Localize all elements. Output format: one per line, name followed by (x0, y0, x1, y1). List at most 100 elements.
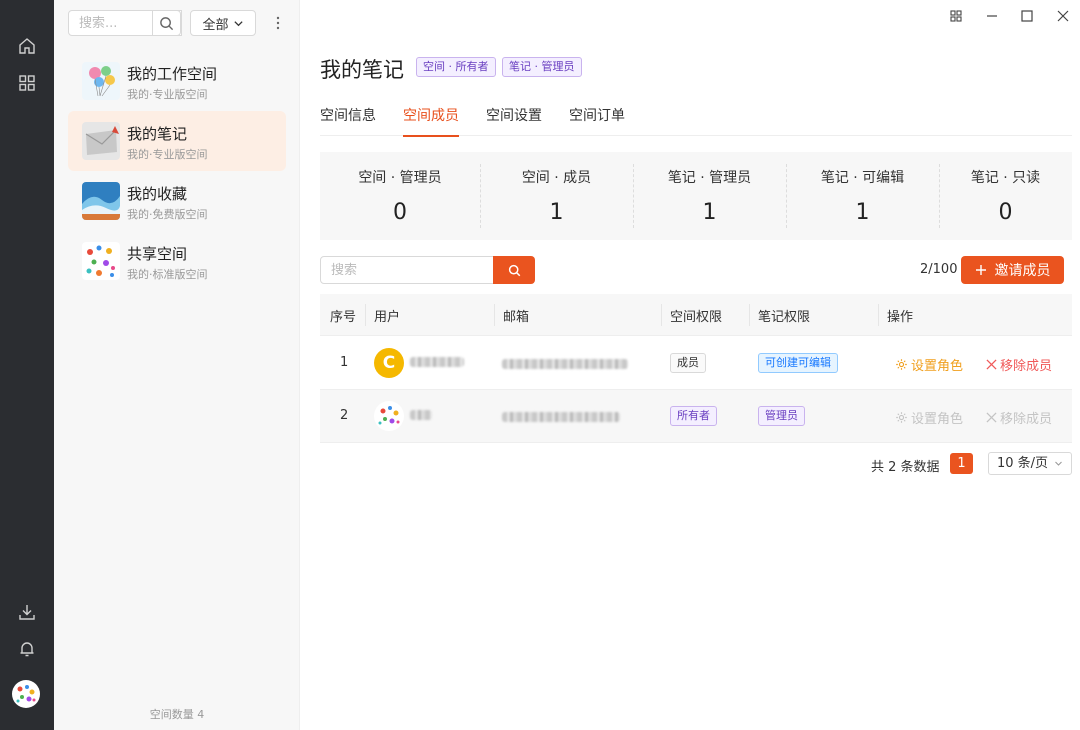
redacted-email (502, 412, 620, 422)
stat-note-readonly: 笔记 · 只读 0 (939, 152, 1072, 240)
note-role-tag: 管理员 (758, 406, 805, 426)
space-item-shared[interactable]: 共享空间 我的·标准版空间 (68, 231, 286, 291)
space-name: 我的工作空间 (127, 65, 218, 83)
space-filter-label: 全部 (202, 17, 229, 33)
divider (661, 304, 662, 326)
stat-value: 1 (855, 200, 870, 225)
space-role-tag: 所有者 (670, 406, 717, 426)
search-icon (160, 16, 174, 30)
remove-member-button[interactable]: 移除成员 (986, 355, 1052, 374)
avatar (374, 401, 404, 431)
row-index: 1 (340, 355, 349, 370)
space-sidebar: 全部 我的工作空间 我的·专业版空间 我的笔记 我的·专业版空间 我的收藏 我的… (54, 0, 300, 730)
stat-space-member: 空间 · 成员 1 (480, 152, 633, 240)
space-search-button[interactable] (152, 10, 181, 36)
space-name: 我的笔记 (127, 125, 188, 143)
stat-value: 1 (549, 200, 564, 225)
page-size-label: 10 条/页 (997, 456, 1049, 471)
balloons-thumbnail (82, 62, 120, 100)
invite-member-button[interactable]: 邀请成员 (961, 256, 1064, 284)
plus-icon (975, 265, 986, 275)
pagination-total: 共 2 条数据 (871, 460, 940, 475)
space-item-work[interactable]: 我的工作空间 我的·专业版空间 (68, 51, 286, 111)
role-stats-panel: 空间 · 管理员 0 空间 · 成员 1 笔记 · 管理员 1 笔记 · 可编辑… (320, 152, 1072, 240)
space-plan: 我的·免费版空间 (127, 208, 208, 221)
space-item-notes[interactable]: 我的笔记 我的·专业版空间 (68, 111, 286, 171)
divider (878, 304, 879, 326)
gear-icon (896, 412, 907, 423)
stat-space-admin: 空间 · 管理员 0 (320, 152, 480, 240)
tab-space-info[interactable]: 空间信息 (320, 105, 376, 135)
member-count: 2/100 (920, 262, 958, 277)
space-plan: 我的·专业版空间 (127, 88, 208, 101)
col-note-permission: 笔记权限 (758, 310, 811, 325)
chevron-down-icon (233, 20, 243, 26)
remove-member-label: 移除成员 (1000, 412, 1053, 427)
divider (494, 304, 495, 326)
page-size-select[interactable]: 10 条/页 (988, 452, 1072, 475)
layout-icon[interactable] (945, 5, 967, 27)
col-user: 用户 (374, 310, 401, 325)
page-title: 我的笔记 (320, 58, 404, 82)
space-name: 我的收藏 (127, 185, 188, 203)
member-search-input[interactable] (320, 256, 494, 284)
search-icon (508, 264, 520, 276)
stat-label: 笔记 · 只读 (970, 170, 1041, 186)
close-icon (986, 412, 997, 423)
space-plan: 我的·标准版空间 (127, 268, 208, 281)
table-row: 2 所有者 管理员 设置角色 移除成员 (320, 390, 1072, 443)
tab-space-settings[interactable]: 空间设置 (486, 105, 542, 135)
col-index: 序号 (330, 310, 357, 325)
stat-note-admin: 笔记 · 管理员 1 (633, 152, 786, 240)
home-icon[interactable] (13, 32, 41, 60)
space-role-tag: 成员 (670, 353, 706, 373)
close-icon (986, 359, 997, 370)
stat-label: 空间 · 管理员 (358, 170, 442, 186)
tab-space-orders[interactable]: 空间订单 (569, 105, 625, 135)
remove-member-button: 移除成员 (986, 408, 1052, 427)
redacted-email (502, 359, 628, 369)
space-item-favorites[interactable]: 我的收藏 我的·免费版空间 (68, 171, 286, 231)
stat-note-editable: 笔记 · 可编辑 1 (786, 152, 939, 240)
col-actions: 操作 (887, 310, 914, 325)
pagination-page-1[interactable]: 1 (950, 453, 973, 474)
stat-label: 笔记 · 管理员 (667, 170, 752, 186)
avatar: C (374, 348, 404, 378)
more-options-icon[interactable] (268, 12, 288, 34)
divider (749, 304, 750, 326)
gear-icon (896, 359, 907, 370)
divider (365, 304, 366, 326)
tab-space-members[interactable]: 空间成员 (403, 105, 459, 137)
wave-thumbnail (82, 182, 120, 220)
note-role-badge: 笔记 · 管理员 (502, 57, 582, 77)
table-header: 序号 用户 邮箱 空间权限 笔记权限 操作 (320, 294, 1072, 336)
bell-icon[interactable] (13, 635, 41, 663)
col-space-permission: 空间权限 (670, 310, 723, 325)
envelope-thumbnail (82, 122, 120, 160)
stat-value: 0 (393, 200, 407, 225)
set-role-button[interactable]: 设置角色 (895, 355, 963, 374)
member-search-button[interactable] (493, 256, 535, 284)
set-role-label: 设置角色 (911, 412, 964, 427)
maximize-icon[interactable] (1016, 5, 1038, 27)
space-count: 空间数量 4 (149, 708, 205, 721)
redacted-username (410, 357, 464, 367)
space-filter-select[interactable]: 全部 (190, 10, 256, 36)
invite-label: 邀请成员 (994, 263, 1051, 279)
space-name: 共享空间 (127, 245, 188, 263)
space-plan: 我的·专业版空间 (127, 148, 208, 161)
apps-grid-icon[interactable] (13, 69, 41, 97)
remove-member-label: 移除成员 (1000, 359, 1053, 374)
stat-label: 空间 · 成员 (521, 170, 592, 186)
note-role-tag: 可创建可编辑 (758, 353, 838, 373)
space-role-badge: 空间 · 所有者 (416, 57, 496, 77)
stat-value: 0 (998, 200, 1013, 225)
close-icon[interactable] (1052, 5, 1074, 27)
download-icon[interactable] (13, 598, 41, 626)
tab-bar: 空间信息 空间成员 空间设置 空间订单 (320, 96, 1072, 137)
row-index: 2 (340, 408, 349, 423)
user-avatar[interactable] (12, 680, 40, 708)
main-panel: 我的笔记 空间 · 所有者 笔记 · 管理员 空间信息 空间成员 空间设置 空间… (300, 0, 1080, 730)
table-row: 1 C 成员 可创建可编辑 设置角色 移除成员 (320, 337, 1072, 390)
minimize-icon[interactable] (981, 5, 1003, 27)
